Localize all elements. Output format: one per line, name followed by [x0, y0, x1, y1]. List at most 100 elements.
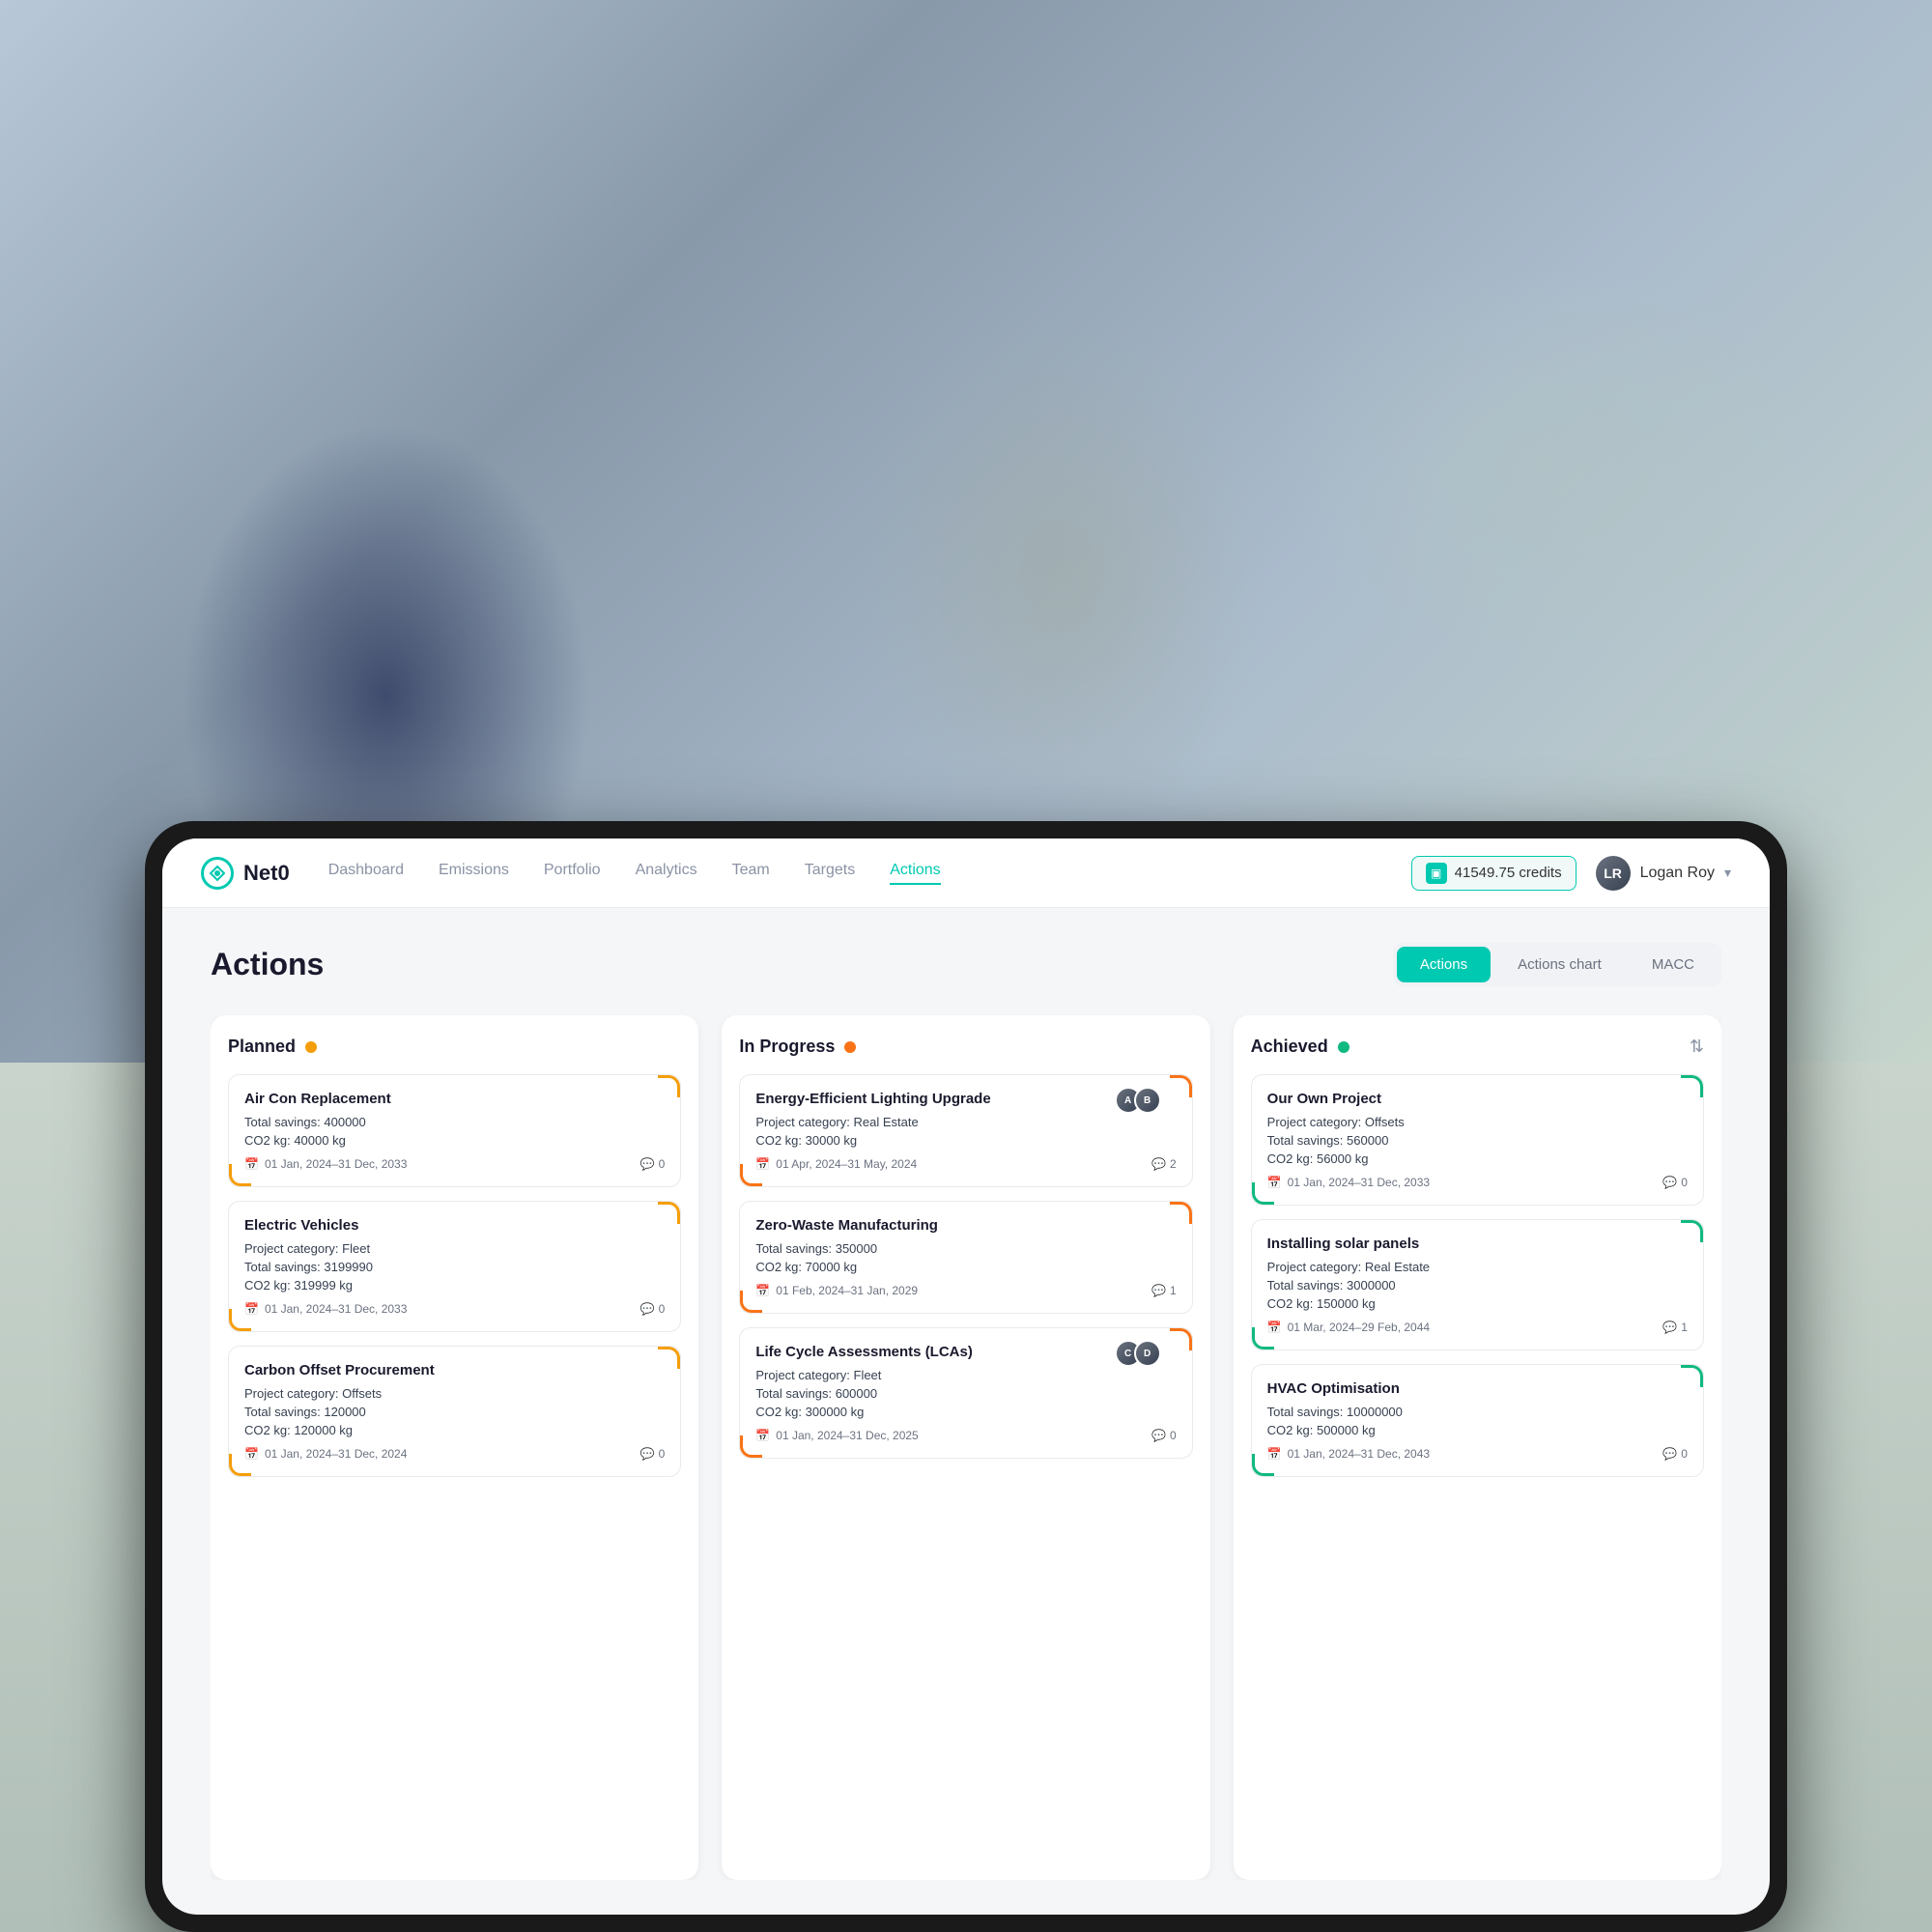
avatar: B [1134, 1087, 1161, 1114]
card-date: 📅 01 Jan, 2024–31 Dec, 2025 [755, 1429, 918, 1442]
card-co2: CO2 kg: 150000 kg [1267, 1296, 1688, 1311]
tab-actions[interactable]: Actions [1397, 947, 1491, 982]
card-category: Project category: Fleet [755, 1368, 1176, 1382]
card-title: Installing solar panels [1267, 1236, 1688, 1252]
column-title-group-inprogress: In Progress [739, 1037, 856, 1057]
card-comment: 💬 2 [1151, 1157, 1177, 1171]
card-title: HVAC Optimisation [1267, 1380, 1688, 1397]
column-title-planned: Planned [228, 1037, 296, 1057]
status-dot-achieved [1338, 1041, 1350, 1053]
card-category: Project category: Offsets [1267, 1115, 1688, 1129]
card-footer: 📅 01 Jan, 2024–31 Dec, 2033 💬 0 [244, 1302, 665, 1316]
card-meta: Total savings: 560000 [1267, 1133, 1688, 1148]
list-item[interactable]: C D Life Cycle Assessments (LCAs) Projec… [739, 1327, 1192, 1459]
list-item[interactable]: Our Own Project Project category: Offset… [1251, 1074, 1704, 1206]
comment-icon: 💬 [1151, 1429, 1166, 1442]
card-meta: Total savings: 10000000 [1267, 1405, 1688, 1419]
card-comment: 💬 0 [640, 1157, 666, 1171]
card-title: Life Cycle Assessments (LCAs) [755, 1344, 1176, 1360]
nav-right: ▣ 41549.75 credits LR Logan Roy ▾ [1411, 856, 1731, 891]
status-dot-inprogress [844, 1041, 856, 1053]
avatar: D [1134, 1340, 1161, 1367]
nav-actions[interactable]: Actions [890, 862, 940, 885]
card-comment: 💬 0 [1662, 1447, 1688, 1461]
kanban-board: Planned Air Con Replacement Total saving… [211, 1015, 1721, 1880]
list-item[interactable]: Air Con Replacement Total savings: 40000… [228, 1074, 681, 1187]
list-item[interactable]: Carbon Offset Procurement Project catego… [228, 1346, 681, 1477]
calendar-icon: 📅 [244, 1302, 259, 1316]
card-co2: CO2 kg: 56000 kg [1267, 1151, 1688, 1166]
card-meta: Total savings: 3199990 [244, 1260, 665, 1274]
navbar: Net0 Dashboard Emissions Portfolio Analy… [162, 838, 1770, 908]
list-item[interactable]: Electric Vehicles Project category: Flee… [228, 1201, 681, 1332]
card-list-planned: Air Con Replacement Total savings: 40000… [228, 1074, 681, 1859]
avatar: LR [1596, 856, 1631, 891]
card-footer: 📅 01 Jan, 2024–31 Dec, 2033 💬 0 [244, 1157, 665, 1171]
column-title-group-planned: Planned [228, 1037, 317, 1057]
column-title-inprogress: In Progress [739, 1037, 835, 1057]
tab-actions-chart[interactable]: Actions chart [1494, 947, 1625, 982]
column-planned: Planned Air Con Replacement Total saving… [211, 1015, 698, 1880]
card-comment: 💬 1 [1662, 1321, 1688, 1334]
card-meta: Total savings: 350000 [755, 1241, 1176, 1256]
card-comment: 💬 0 [640, 1302, 666, 1316]
column-achieved-header: Achieved ⇅ [1251, 1037, 1704, 1057]
list-item[interactable]: Installing solar panels Project category… [1251, 1219, 1704, 1350]
card-co2: CO2 kg: 70000 kg [755, 1260, 1176, 1274]
card-co2: CO2 kg: 319999 kg [244, 1278, 665, 1293]
list-item[interactable]: Zero-Waste Manufacturing Total savings: … [739, 1201, 1192, 1314]
card-date: 📅 01 Jan, 2024–31 Dec, 2033 [244, 1302, 407, 1316]
list-item[interactable]: A B Energy-Efficient Lighting Upgrade Pr… [739, 1074, 1192, 1187]
user-info[interactable]: LR Logan Roy ▾ [1596, 856, 1731, 891]
tablet-frame: Net0 Dashboard Emissions Portfolio Analy… [145, 821, 1787, 1932]
card-co2: CO2 kg: 120000 kg [244, 1423, 665, 1437]
credits-badge: ▣ 41549.75 credits [1411, 856, 1577, 891]
main-content: Actions Actions Actions chart MACC Plann… [162, 908, 1770, 1915]
card-date: 📅 01 Feb, 2024–31 Jan, 2029 [755, 1284, 918, 1297]
status-dot-planned [305, 1041, 317, 1053]
card-date: 📅 01 Mar, 2024–29 Feb, 2044 [1267, 1321, 1430, 1334]
column-title-group-achieved: Achieved [1251, 1037, 1350, 1057]
card-meta: Total savings: 120000 [244, 1405, 665, 1419]
calendar-icon: 📅 [244, 1447, 259, 1461]
card-footer: 📅 01 Jan, 2024–31 Dec, 2024 💬 0 [244, 1447, 665, 1461]
card-category: Project category: Real Estate [755, 1115, 1176, 1129]
card-co2: CO2 kg: 30000 kg [755, 1133, 1176, 1148]
calendar-icon: 📅 [244, 1157, 259, 1171]
tab-macc[interactable]: MACC [1629, 947, 1718, 982]
card-comment: 💬 0 [1662, 1176, 1688, 1189]
comment-icon: 💬 [640, 1447, 655, 1461]
calendar-icon: 📅 [755, 1284, 770, 1297]
card-footer: 📅 01 Mar, 2024–29 Feb, 2044 💬 1 [1267, 1321, 1688, 1334]
card-list-achieved: Our Own Project Project category: Offset… [1251, 1074, 1704, 1859]
nav-emissions[interactable]: Emissions [439, 862, 509, 885]
card-title: Air Con Replacement [244, 1091, 665, 1107]
chevron-down-icon: ▾ [1724, 865, 1731, 881]
logo-icon [201, 857, 234, 890]
comment-icon: 💬 [1662, 1321, 1677, 1334]
nav-analytics[interactable]: Analytics [636, 862, 697, 885]
column-title-achieved: Achieved [1251, 1037, 1328, 1057]
filter-icon[interactable]: ⇅ [1690, 1037, 1704, 1057]
page-header: Actions Actions Actions chart MACC [211, 943, 1721, 986]
nav-links: Dashboard Emissions Portfolio Analytics … [328, 862, 1411, 885]
list-item[interactable]: HVAC Optimisation Total savings: 1000000… [1251, 1364, 1704, 1477]
nav-portfolio[interactable]: Portfolio [544, 862, 601, 885]
nav-team[interactable]: Team [732, 862, 770, 885]
credits-icon: ▣ [1426, 863, 1447, 884]
page-title: Actions [211, 947, 324, 982]
comment-icon: 💬 [640, 1302, 655, 1316]
logo-text: Net0 [243, 861, 290, 886]
comment-icon: 💬 [1151, 1157, 1166, 1171]
card-co2: CO2 kg: 500000 kg [1267, 1423, 1688, 1437]
comment-icon: 💬 [640, 1157, 655, 1171]
comment-icon: 💬 [1662, 1447, 1677, 1461]
credits-value: 41549.75 credits [1455, 865, 1562, 881]
card-date: 📅 01 Apr, 2024–31 May, 2024 [755, 1157, 917, 1171]
comment-icon: 💬 [1151, 1284, 1166, 1297]
nav-dashboard[interactable]: Dashboard [328, 862, 404, 885]
card-avatars: A B [1115, 1087, 1161, 1114]
nav-targets[interactable]: Targets [805, 862, 855, 885]
card-title: Our Own Project [1267, 1091, 1688, 1107]
card-meta: Total savings: 600000 [755, 1386, 1176, 1401]
